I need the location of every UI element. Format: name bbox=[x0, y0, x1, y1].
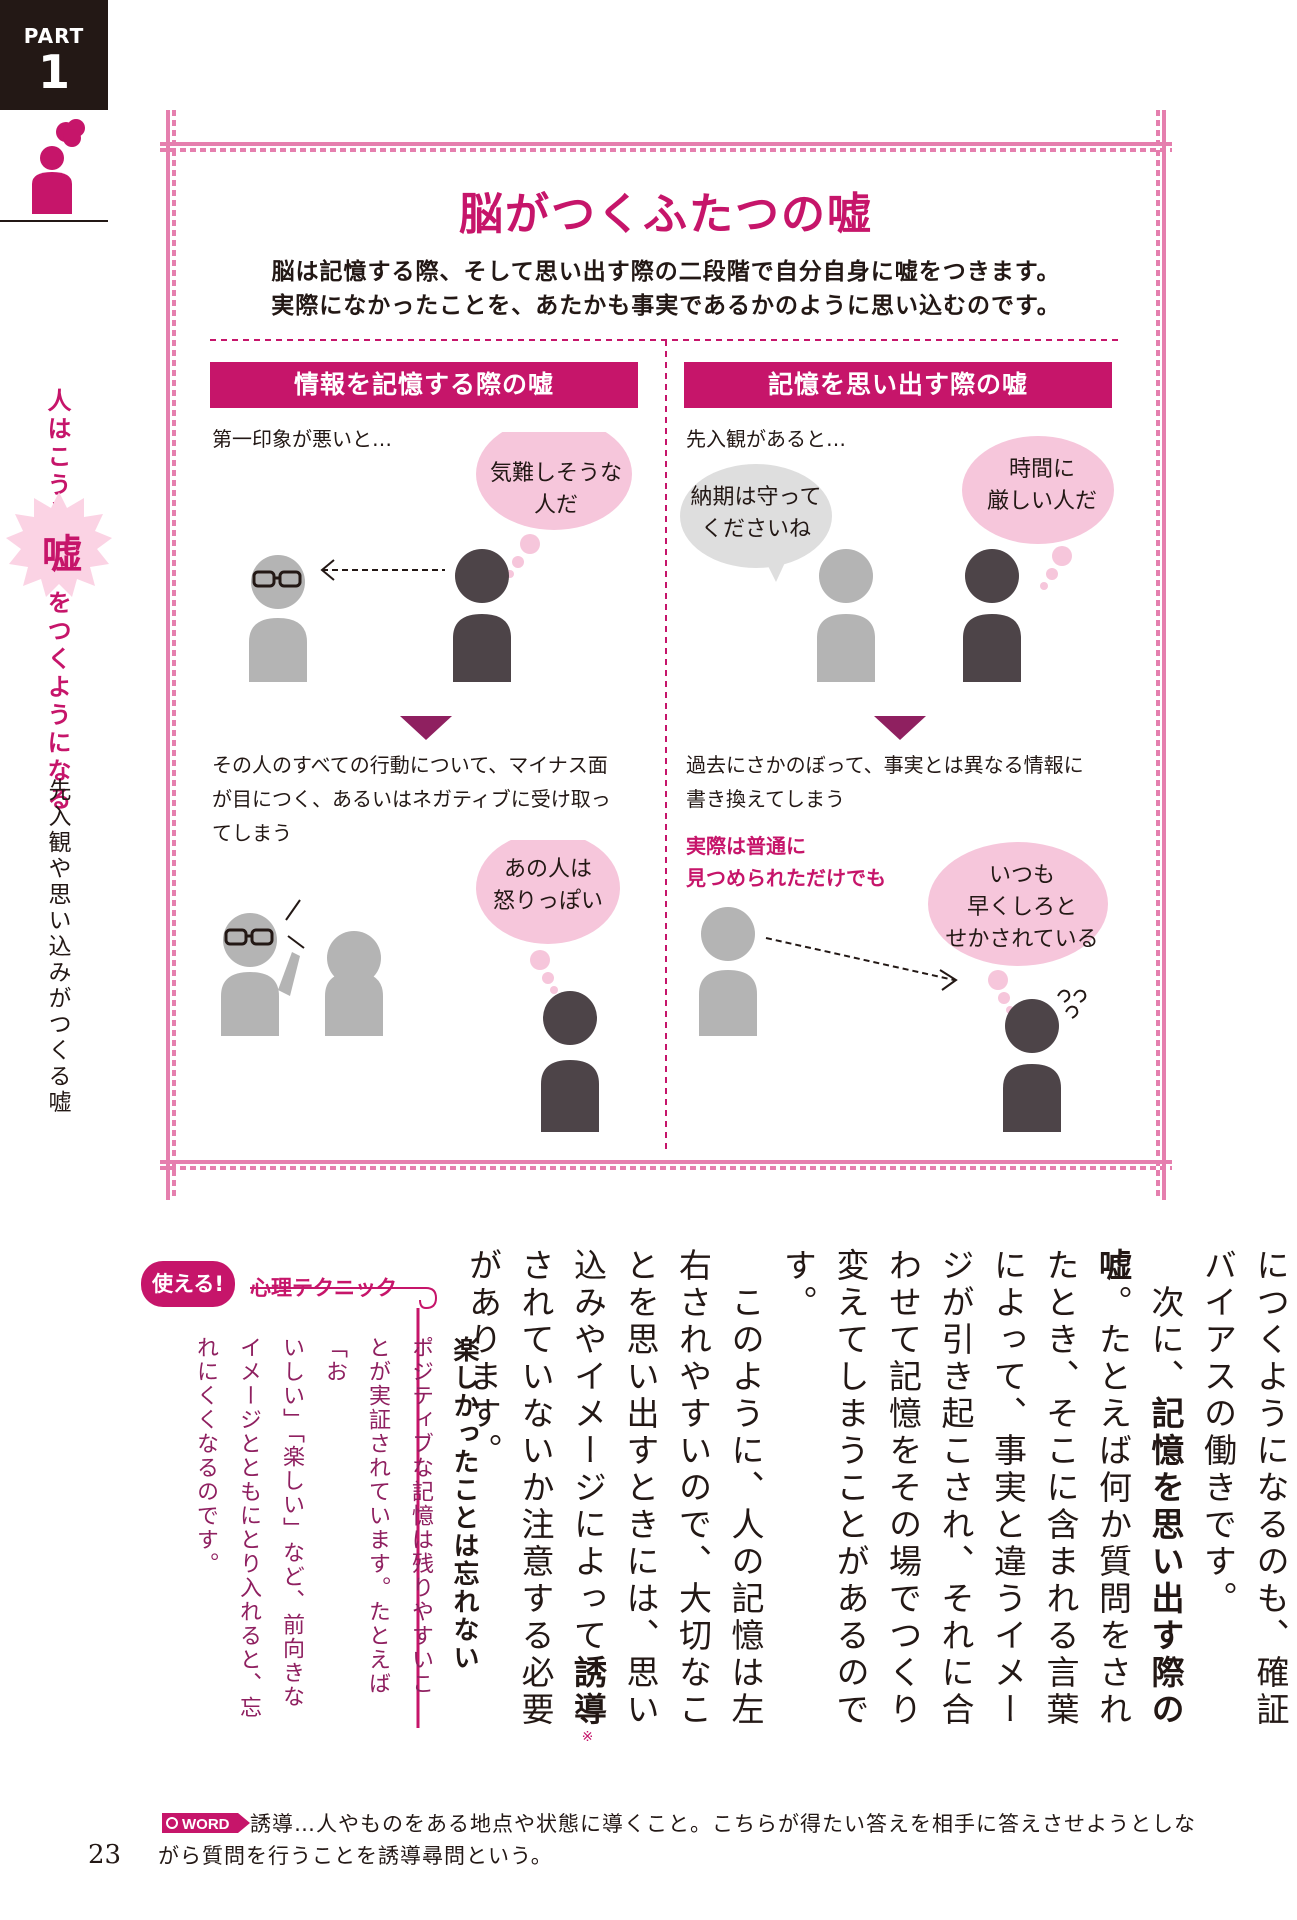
technique-label: 心理テクニック bbox=[250, 1276, 397, 1300]
figure-intro-line-1: 脳は記憶する際、そして思い出す際の二段階で自分自身に嘘をつきます。 bbox=[271, 259, 1061, 285]
technique-body: 楽しかったことは忘れない ポジティブな記憶は残りやすいこ とが実証されています。… bbox=[184, 1336, 485, 1736]
caption-line: 書き換えてしまう bbox=[686, 787, 845, 811]
bubble-line: 人だ bbox=[533, 493, 578, 518]
bubble-line: いつも bbox=[988, 863, 1055, 888]
technique-line: イメージとともにとり入れると、忘 bbox=[236, 1336, 261, 1720]
footnote-mark: ※ bbox=[579, 1729, 596, 1749]
body-paragraph-1: 人のいやなところばかりが目につくようになるのも、確証バイアスの働きです。 bbox=[1191, 1248, 1297, 1758]
left-panel-heading: 情報を記憶する際の嘘 bbox=[210, 362, 638, 408]
technique-tag: 使える! bbox=[141, 1261, 235, 1307]
bubble-line: くださいね bbox=[700, 517, 811, 542]
technique-line: とが実証されています。たとえば「お bbox=[322, 1336, 390, 1696]
bubble-line: せかされている bbox=[945, 927, 1099, 952]
bubble-line: 厳しい人だ bbox=[986, 489, 1097, 514]
caption-line: その人のすべての行動について、マイナス面 bbox=[212, 753, 608, 777]
figure-intro-line-2: 実際になかったことを、あたかも事実であるかのように思い込むのです。 bbox=[271, 293, 1061, 319]
bubble-line: 早くしろと bbox=[966, 895, 1077, 920]
side-rule bbox=[0, 220, 108, 222]
technique-line: ポジティブな記憶は残りやすいこ bbox=[408, 1336, 433, 1696]
left-caption-2: その人のすべての行動について、マイナス面 が目につく、あるいはネガティブに受け取… bbox=[212, 748, 611, 850]
body-emphasis: 誘導 bbox=[568, 1655, 608, 1729]
right-thought-bubble-2: いつも 早くしろと せかされている bbox=[922, 860, 1122, 956]
part-tab: PART 1 bbox=[0, 0, 108, 110]
caption-line: 過去にさかのぼって、事実とは異なる情報に bbox=[686, 753, 1084, 777]
right-panel-heading: 記憶を思い出す際の嘘 bbox=[684, 362, 1112, 408]
body-text-run: 次に、 bbox=[1146, 1285, 1185, 1396]
caption-line: が目につく、あるいはネガティブに受け取っ bbox=[212, 787, 611, 811]
word-badge: WORD bbox=[162, 1813, 250, 1833]
word-definition-line-1: 誘導…人やものをある地点や状態に導くこと。こちらが得たい答えを相手に答えさせよう… bbox=[250, 1812, 1196, 1836]
body-text-run: 。たとえば何か質問をされたとき、そこに含まれる言葉によって、事実と違うイメージが… bbox=[778, 1248, 1133, 1729]
body-text: 人のいやなところばかりが目につくようになるのも、確証バイアスの働きです。 次に、… bbox=[456, 1248, 1297, 1758]
bubble-line: 時間に bbox=[1008, 457, 1075, 482]
right-speech-bubble: 納期は守って くださいね bbox=[682, 482, 830, 546]
bubble-line: 納期は守って bbox=[690, 485, 822, 510]
word-badge-label: WORD bbox=[182, 1816, 230, 1833]
left-thought-bubble-2: あの人は 怒りっぽい bbox=[480, 854, 616, 918]
side-subtitle: 先入観や思い込みがつくる嘘 bbox=[44, 778, 70, 1116]
body-text-run: 人のいやなところばかりが目につくようになるのも、確証バイアスの働きです。 bbox=[1198, 1248, 1291, 1729]
part-label: PART bbox=[23, 24, 85, 48]
right-thought-bubble-1: 時間に 厳しい人だ bbox=[972, 454, 1112, 518]
left-thought-bubble-1: 気難しそうな 人だ bbox=[476, 458, 636, 522]
page-number: 23 bbox=[88, 1840, 122, 1870]
body-paragraph-3: このように、人の記憶は左右されやすいので、大切なことを思い出すときには、思い込み… bbox=[456, 1248, 771, 1758]
part-number: 1 bbox=[37, 45, 70, 99]
down-arrow-icon bbox=[400, 716, 452, 740]
figure-title: 脳がつくふたつの嘘 bbox=[459, 189, 873, 240]
body-text-run: されていないか注意する必要があります。 bbox=[463, 1248, 556, 1729]
side-title-uso: 嘘 bbox=[42, 532, 82, 578]
bubble-line: 気難しそうな bbox=[489, 461, 622, 486]
thinking-person-icon bbox=[32, 119, 85, 214]
bubble-line: あの人は bbox=[503, 857, 592, 882]
right-caption-2: 過去にさかのぼって、事実とは異なる情報に 書き換えてしまう bbox=[686, 748, 1084, 816]
word-definition-line-2: がら質問を行うことを誘導尋問という。 bbox=[158, 1844, 553, 1868]
technique-line: れにくくなるのです。 bbox=[193, 1336, 218, 1576]
down-arrow-icon bbox=[874, 716, 926, 740]
bubble-line: 怒りっぽい bbox=[492, 889, 603, 914]
body-paragraph-2: 次に、記憶を思い出す際の嘘。たとえば何か質問をされたとき、そこに含まれる言葉によ… bbox=[771, 1248, 1191, 1758]
technique-line: いしい」「楽しい」など、前向きな bbox=[279, 1336, 304, 1709]
